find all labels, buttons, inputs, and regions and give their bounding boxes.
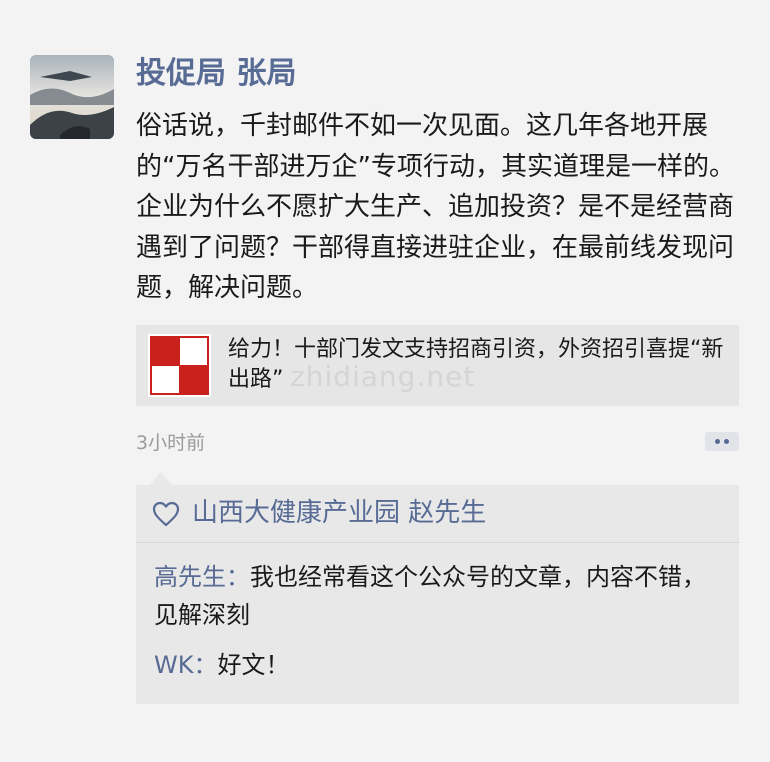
liker-name[interactable]: 山西大健康产业园 赵先生 <box>192 495 486 531</box>
comment-colon: ： <box>193 651 218 679</box>
comment-item[interactable]: 高先生：我也经常看这个公众号的文章，内容不错，见解深刻 <box>154 558 714 634</box>
comment-author[interactable]: WK <box>154 651 193 679</box>
more-dots-icon <box>724 439 729 444</box>
post-text: 俗话说，千封邮件不如一次见面。这几年各地开展的“万名干部进万企”专项行动，其实道… <box>136 111 735 303</box>
article-thumbnail <box>148 334 211 397</box>
more-button[interactable] <box>705 432 739 451</box>
watermark: zhidiang.net <box>290 360 476 393</box>
comment-pointer <box>150 472 172 485</box>
timestamp: 3小时前 <box>136 432 206 454</box>
comment-text: 好文！ <box>217 651 290 679</box>
interaction-panel: 山西大健康产业园 赵先生 高先生：我也经常看这个公众号的文章，内容不错，见解深刻… <box>136 485 739 704</box>
comment-colon: ： <box>226 563 250 591</box>
avatar[interactable] <box>30 55 114 139</box>
heart-icon <box>152 501 180 527</box>
more-dots-icon <box>715 439 720 444</box>
comment-author[interactable]: 高先生 <box>154 563 226 591</box>
comment-item[interactable]: WK：好文！ <box>154 646 714 684</box>
author-name[interactable]: 投促局 张局 <box>136 54 296 94</box>
likes-row: 山西大健康产业园 赵先生 <box>136 485 739 543</box>
